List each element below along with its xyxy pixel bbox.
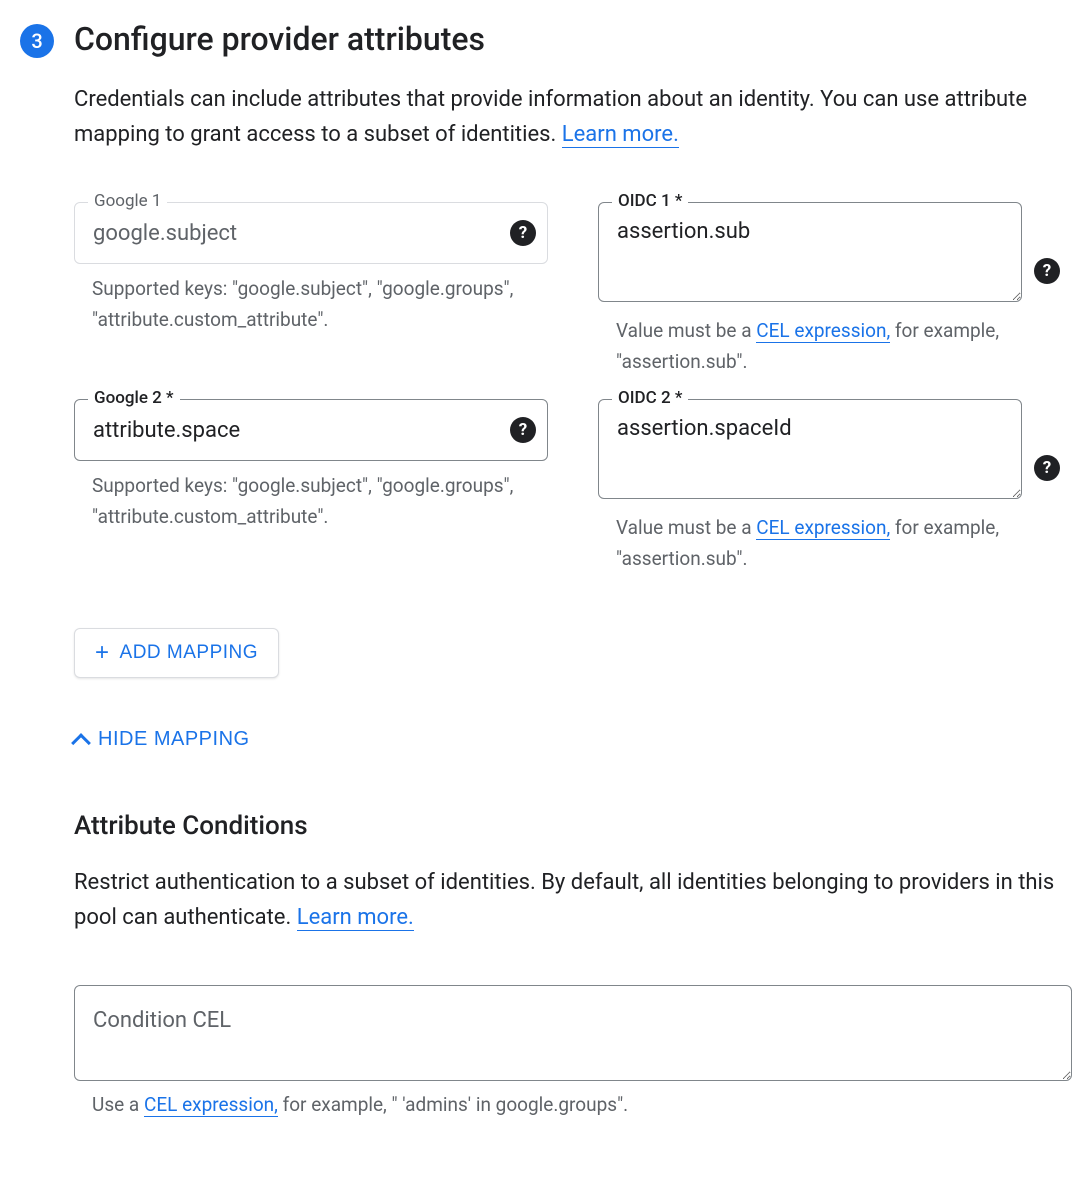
oidc1-label: OIDC 1 * <box>612 191 688 211</box>
hide-mapping-label: HIDE MAPPING <box>98 728 250 751</box>
hide-mapping-button[interactable]: HIDE MAPPING <box>74 728 250 751</box>
condition-helper: Use a CEL expression, for example, " 'ad… <box>74 1093 1072 1116</box>
add-mapping-label: ADD MAPPING <box>120 642 259 664</box>
attribute-conditions-description: Restrict authentication to a subset of i… <box>74 865 1072 935</box>
plus-icon: + <box>95 641 110 665</box>
google2-input[interactable] <box>74 399 548 461</box>
google1-input <box>74 202 548 264</box>
oidc2-label: OIDC 2 * <box>612 388 688 408</box>
learn-more-link[interactable]: Learn more. <box>297 905 414 931</box>
step-description-text: Credentials can include attributes that … <box>74 87 1027 147</box>
cel-expression-link[interactable]: CEL expression, <box>756 516 890 540</box>
step-number-badge: 3 <box>20 24 54 58</box>
attribute-conditions-title: Attribute Conditions <box>74 811 1072 841</box>
chevron-up-icon <box>71 734 91 754</box>
oidc1-input[interactable] <box>598 202 1022 302</box>
google1-helper: Supported keys: "google.subject", "googl… <box>74 274 548 335</box>
help-icon[interactable]: ? <box>1034 258 1060 284</box>
help-icon[interactable]: ? <box>510 417 536 443</box>
help-icon[interactable]: ? <box>1034 455 1060 481</box>
add-mapping-button[interactable]: + ADD MAPPING <box>74 628 279 678</box>
cel-expression-link[interactable]: CEL expression, <box>756 319 890 343</box>
google2-label: Google 2 * <box>88 388 180 408</box>
google2-helper: Supported keys: "google.subject", "googl… <box>74 471 548 532</box>
help-icon[interactable]: ? <box>510 220 536 246</box>
oidc1-helper: Value must be a CEL expression, for exam… <box>598 316 1072 377</box>
page-title: Configure provider attributes <box>74 20 1072 58</box>
condition-cel-input[interactable] <box>74 985 1072 1081</box>
oidc2-input[interactable] <box>598 399 1022 499</box>
step-description: Credentials can include attributes that … <box>74 82 1072 152</box>
oidc2-helper: Value must be a CEL expression, for exam… <box>598 513 1072 574</box>
learn-more-link[interactable]: Learn more. <box>562 122 679 148</box>
google1-label: Google 1 <box>88 191 167 211</box>
cel-expression-link[interactable]: CEL expression, <box>144 1093 278 1117</box>
